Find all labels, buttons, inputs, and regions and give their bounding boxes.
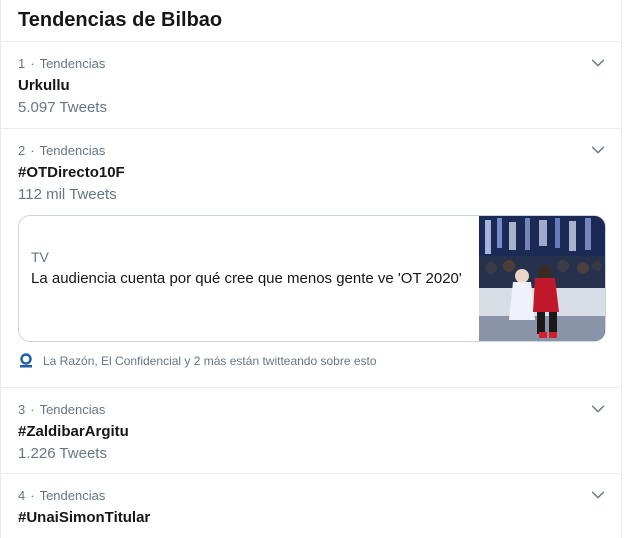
trends-panel: Tendencias de Bilbao 1 · Tendencias Urkull… bbox=[0, 0, 622, 538]
social-context-text: La Razón, El Confidencial y 2 más están … bbox=[43, 354, 377, 368]
trend-item-1[interactable]: 1 · Tendencias Urkullu 5.097 Tweets bbox=[1, 42, 621, 129]
news-card-image bbox=[479, 216, 605, 341]
trend-context: Tendencias bbox=[39, 402, 106, 417]
trends-header: Tendencias de Bilbao bbox=[1, 0, 621, 42]
trend-item-2[interactable]: 2 · Tendencias #OTDirecto10F 112 mil Tweet… bbox=[1, 129, 621, 388]
trend-meta: 3 · Tendencias bbox=[18, 402, 106, 417]
trend-item-4[interactable]: 4 · Tendencias #UnaiSimonTitular bbox=[1, 474, 621, 538]
trend-tweet-count: 5.097 Tweets bbox=[18, 99, 107, 116]
tv-studio-image bbox=[479, 216, 605, 341]
trend-context: Tendencias bbox=[39, 56, 106, 71]
trend-meta: 2 · Tendencias bbox=[18, 143, 106, 158]
trend-item-3[interactable]: 3 · Tendencias #ZaldibarArgitu 1.226 Tweet… bbox=[1, 388, 621, 474]
chevron-down-icon[interactable] bbox=[589, 486, 607, 504]
trend-name: #OTDirecto10F bbox=[18, 164, 125, 181]
trend-meta: 1 · Tendencias bbox=[18, 56, 106, 71]
trend-tweet-count: 112 mil Tweets bbox=[18, 186, 117, 203]
social-context: La Razón, El Confidencial y 2 más están … bbox=[18, 353, 604, 369]
news-card-text: TV La audiencia cuenta por qué cree que … bbox=[19, 216, 479, 341]
trend-context: Tendencias bbox=[39, 488, 106, 503]
page-title: Tendencias de Bilbao bbox=[18, 9, 223, 31]
news-card-headline: La audiencia cuenta por qué cree que men… bbox=[31, 270, 462, 287]
trend-tweet-count: 1.226 Tweets bbox=[18, 445, 107, 462]
news-card-category: TV bbox=[31, 249, 49, 265]
trend-meta: 4 · Tendencias bbox=[18, 488, 106, 503]
trend-name: #ZaldibarArgitu bbox=[18, 423, 129, 440]
chevron-down-icon[interactable] bbox=[589, 54, 607, 72]
news-card[interactable]: TV La audiencia cuenta por qué cree que … bbox=[18, 215, 606, 342]
trend-name: Urkullu bbox=[18, 77, 70, 94]
chevron-down-icon[interactable] bbox=[589, 400, 607, 418]
trend-name: #UnaiSimonTitular bbox=[18, 509, 151, 526]
news-source-icon bbox=[18, 353, 34, 369]
trend-context: Tendencias bbox=[39, 143, 106, 158]
chevron-down-icon[interactable] bbox=[589, 141, 607, 159]
